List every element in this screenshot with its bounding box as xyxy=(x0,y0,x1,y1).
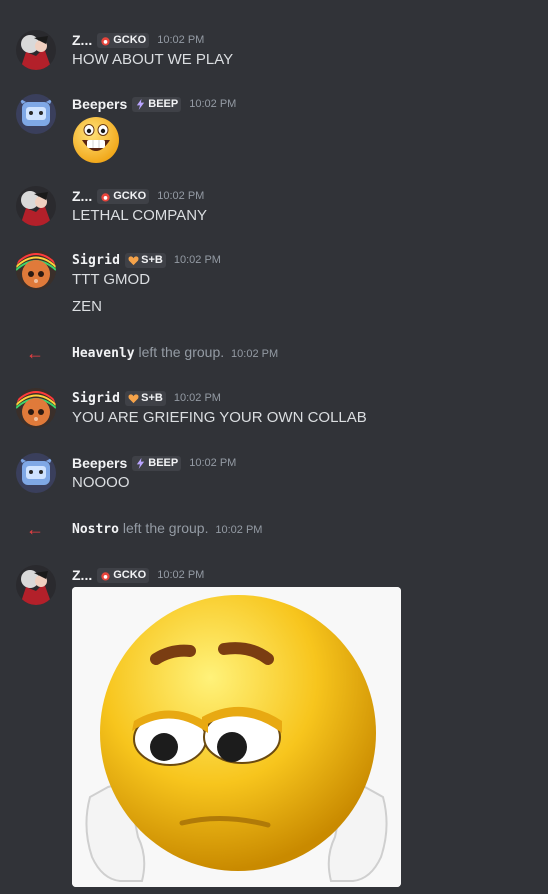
flame-icon xyxy=(99,34,111,46)
system-message: ← Nostro left the group. 10:02 PM xyxy=(0,518,548,540)
username[interactable]: Z... xyxy=(72,567,92,583)
avatar-z[interactable] xyxy=(16,30,56,70)
message-header: Z... GCKO 10:02 PM xyxy=(72,565,204,585)
lightning-icon xyxy=(134,98,146,110)
server-tag[interactable]: GCKO xyxy=(97,32,150,48)
avatar-beepers[interactable] xyxy=(16,453,56,493)
system-text: Nostro left the group. 10:02 PM xyxy=(72,520,263,537)
heart-icon xyxy=(127,392,139,404)
server-tag[interactable]: S+B xyxy=(125,390,166,406)
username[interactable]: Beepers xyxy=(72,96,127,112)
timestamp[interactable]: 10:02 PM xyxy=(157,190,204,202)
message-text: TTT GMOD xyxy=(72,271,151,288)
system-message: ← Heavenly left the group. 10:02 PM xyxy=(0,342,548,364)
timestamp[interactable]: 10:02 PM xyxy=(231,348,278,360)
username[interactable]: Z... xyxy=(72,32,92,48)
system-text: Heavenly left the group. 10:02 PM xyxy=(72,344,279,361)
message-text: HOW ABOUT WE PLAY xyxy=(72,51,234,68)
message-text: LETHAL COMPANY xyxy=(72,207,208,224)
message: Z... GCKO 10:02 PM xyxy=(0,565,548,605)
sad-emoji-image xyxy=(72,587,401,887)
message-header: Sigrid S+B 10:02 PM xyxy=(72,388,221,408)
heart-icon xyxy=(127,254,139,266)
timestamp[interactable]: 10:02 PM xyxy=(174,254,221,266)
timestamp[interactable]: 10:02 PM xyxy=(157,34,204,46)
message-header: Z... GCKO 10:02 PM xyxy=(72,186,204,206)
message: Z... GCKO 10:02 PM HOW ABOUT WE PLAY xyxy=(0,30,548,74)
server-tag[interactable]: S+B xyxy=(125,252,166,268)
server-tag[interactable]: GCKO xyxy=(97,188,150,204)
arrow-left-icon: ← xyxy=(26,519,44,539)
message-text: NOOOO xyxy=(72,474,130,491)
lightning-icon xyxy=(134,457,146,469)
server-tag[interactable]: BEEP xyxy=(132,455,182,471)
message: Z... GCKO 10:02 PM LETHAL COMPANY xyxy=(0,186,548,230)
message-text: YOU ARE GRIEFING YOUR OWN COLLAB xyxy=(72,409,367,426)
grinning-emoji[interactable] xyxy=(72,116,120,164)
username[interactable]: Sigrid xyxy=(72,253,120,268)
avatar-z[interactable] xyxy=(16,186,56,226)
message-header: Beepers BEEP 10:02 PM xyxy=(72,453,236,473)
message-header: Beepers BEEP 10:02 PM xyxy=(72,94,236,114)
avatar-z[interactable] xyxy=(16,565,56,605)
message: Beepers BEEP 10:02 PM NOOOO xyxy=(0,453,548,497)
username[interactable]: Z... xyxy=(72,188,92,204)
image-attachment[interactable] xyxy=(72,587,401,887)
arrow-left-icon: ← xyxy=(26,343,44,363)
timestamp[interactable]: 10:02 PM xyxy=(157,569,204,581)
timestamp[interactable]: 10:02 PM xyxy=(215,524,262,536)
username[interactable]: Heavenly xyxy=(72,346,135,361)
message-header: Z... GCKO 10:02 PM xyxy=(72,30,204,50)
timestamp[interactable]: 10:02 PM xyxy=(189,457,236,469)
timestamp[interactable]: 10:02 PM xyxy=(189,98,236,110)
message: Beepers BEEP 10:02 PM xyxy=(0,94,548,164)
flame-icon xyxy=(99,569,111,581)
server-tag[interactable]: GCKO xyxy=(97,567,150,583)
message: Sigrid S+B 10:02 PM YOU ARE GRIEFING YOU… xyxy=(0,388,548,432)
message-header: Sigrid S+B 10:02 PM xyxy=(72,250,221,270)
username[interactable]: Nostro xyxy=(72,522,119,537)
message: Sigrid S+B 10:02 PM TTT GMOD ZEN xyxy=(0,250,548,320)
username[interactable]: Sigrid xyxy=(72,391,120,406)
server-tag[interactable]: BEEP xyxy=(132,96,182,112)
flame-icon xyxy=(99,190,111,202)
avatar-beepers[interactable] xyxy=(16,94,56,134)
avatar-sigrid[interactable] xyxy=(16,250,56,290)
avatar-sigrid[interactable] xyxy=(16,388,56,428)
username[interactable]: Beepers xyxy=(72,455,127,471)
timestamp[interactable]: 10:02 PM xyxy=(174,392,221,404)
message-text: ZEN xyxy=(72,298,102,315)
